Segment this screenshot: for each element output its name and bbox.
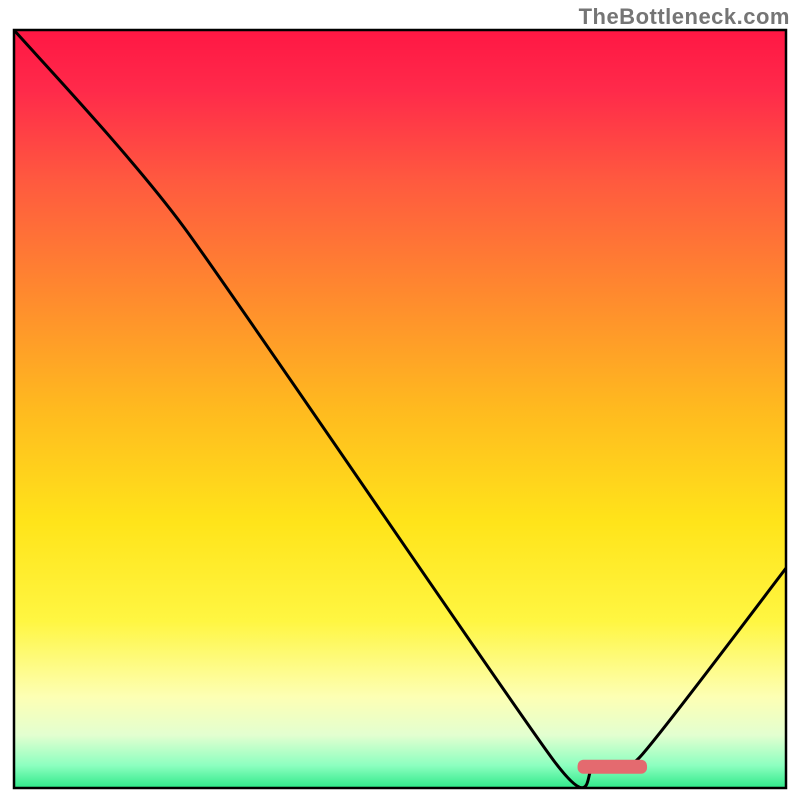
chart-stage: TheBottleneck.com xyxy=(0,0,800,800)
plot-background xyxy=(14,30,786,788)
bottleneck-chart xyxy=(0,0,800,800)
optimal-range-marker xyxy=(578,760,647,774)
